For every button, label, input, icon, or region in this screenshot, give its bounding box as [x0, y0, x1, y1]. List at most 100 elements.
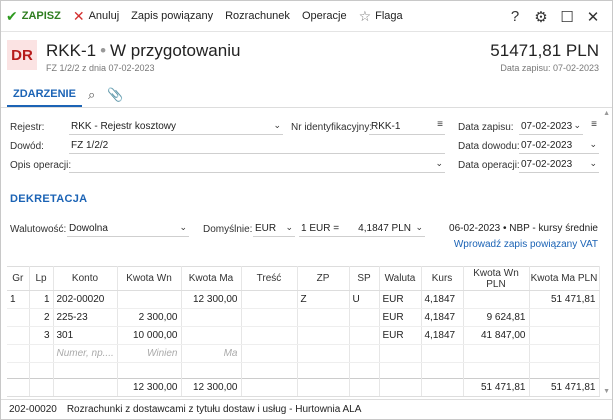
- cell-description[interactable]: [241, 326, 298, 345]
- scroll-up-icon[interactable]: ▲: [603, 110, 610, 117]
- maximize-icon[interactable]: ☐: [554, 8, 580, 26]
- column-header[interactable]: Kurs: [421, 266, 464, 291]
- cell-debit[interactable]: [117, 290, 182, 309]
- cell-empty[interactable]: [241, 344, 298, 363]
- settlement-button[interactable]: Rozrachunek: [225, 10, 290, 22]
- table-row[interactable]: 2 225-23 2 300,00 EUR 4,1847 9 624,81: [7, 308, 600, 327]
- cell-empty[interactable]: [421, 344, 464, 363]
- column-header[interactable]: Kwota Wn PLN: [463, 266, 530, 291]
- cell-empty[interactable]: [529, 344, 600, 363]
- cell-group-empty[interactable]: [7, 344, 30, 363]
- save-button[interactable]: ✔ ZAPISZ: [6, 9, 61, 23]
- menu-icon: ≡: [591, 119, 597, 130]
- gear-icon[interactable]: ⚙: [528, 8, 554, 26]
- cell-lp-empty[interactable]: [29, 344, 54, 363]
- table-row[interactable]: 3 301 10 000,00 EUR 4,1847 41 847,00: [7, 326, 600, 345]
- exchange-rate-select[interactable]: 1 EUR = 4,1847 PLN ⌄: [299, 220, 425, 237]
- cell-debit[interactable]: 10 000,00: [117, 326, 182, 345]
- column-header[interactable]: Kwota Ma PLN: [529, 266, 600, 291]
- cell-sp[interactable]: U: [349, 290, 380, 309]
- cell-currency[interactable]: EUR: [379, 290, 422, 309]
- cell-zp[interactable]: [297, 326, 350, 345]
- proof-date-field[interactable]: 07-02-2023 ⌄: [519, 137, 599, 154]
- table-row[interactable]: 1 1 202-00020 12 300,00 Z U EUR 4,1847 5…: [7, 290, 600, 309]
- new-entry-row[interactable]: Numer, np.... Winien Ma: [7, 344, 600, 363]
- column-header[interactable]: Gr: [7, 266, 30, 291]
- tab-event[interactable]: ZDARZENIE: [7, 83, 82, 107]
- cell-credit-pln[interactable]: [529, 308, 600, 327]
- total-empty: [53, 378, 118, 397]
- cell-account[interactable]: 301: [53, 326, 118, 345]
- operation-date-field[interactable]: 07-02-2023 ⌄: [519, 156, 599, 173]
- cell-zp[interactable]: [297, 308, 350, 327]
- cell-empty[interactable]: [463, 344, 530, 363]
- add-vat-entry-link[interactable]: Wprowadź zapis powiązany VAT: [454, 239, 598, 250]
- column-header[interactable]: Waluta: [379, 266, 422, 291]
- cell-debit-pln[interactable]: 9 624,81: [463, 308, 530, 327]
- account-input[interactable]: Numer, np....: [53, 344, 118, 363]
- column-header[interactable]: Treść: [241, 266, 298, 291]
- cell-zp[interactable]: Z: [297, 290, 350, 309]
- record-date-menu[interactable]: ≡: [585, 118, 599, 135]
- cell-debit-pln[interactable]: 41 847,00: [463, 326, 530, 345]
- scroll-down-icon[interactable]: ▼: [603, 388, 610, 395]
- debit-input[interactable]: Winien: [117, 344, 182, 363]
- column-header[interactable]: ZP: [297, 266, 350, 291]
- related-entry-button[interactable]: Zapis powiązany: [131, 10, 213, 22]
- currency-mode-select[interactable]: Dowolna ⌄: [67, 220, 189, 237]
- default-currency-select[interactable]: EUR ⌄: [253, 220, 295, 237]
- cell-account[interactable]: 225-23: [53, 308, 118, 327]
- cell-currency[interactable]: EUR: [379, 308, 422, 327]
- column-header[interactable]: SP: [349, 266, 380, 291]
- cell-debit[interactable]: 2 300,00: [117, 308, 182, 327]
- cell-group[interactable]: [7, 326, 30, 345]
- column-header[interactable]: Kwota Wn: [117, 266, 182, 291]
- description-select[interactable]: ⌄: [69, 156, 445, 173]
- cell-empty[interactable]: [349, 344, 380, 363]
- cell-lp[interactable]: 2: [29, 308, 54, 327]
- column-header[interactable]: Lp: [29, 266, 54, 291]
- cell-empty[interactable]: [297, 344, 350, 363]
- register-select[interactable]: RKK - Rejestr kosztowy ⌄: [69, 118, 283, 135]
- cell-empty[interactable]: [379, 344, 422, 363]
- help-button[interactable]: ?: [502, 8, 528, 25]
- total-credit: 12 300,00: [181, 378, 242, 397]
- cell-credit[interactable]: [181, 308, 242, 327]
- id-field[interactable]: RKK-1 ≡: [369, 118, 445, 135]
- cancel-button[interactable]: ✕ Anuluj: [73, 9, 119, 23]
- operations-button[interactable]: Operacje: [302, 10, 347, 22]
- cell-rate[interactable]: 4,1847: [421, 326, 464, 345]
- tab-attachments[interactable]: 📎: [101, 83, 129, 107]
- cell-lp[interactable]: 3: [29, 326, 54, 345]
- cell-group[interactable]: [7, 308, 30, 327]
- total-empty: [349, 378, 380, 397]
- cell-rate[interactable]: 4,1847: [421, 308, 464, 327]
- flag-button[interactable]: ☆ Flaga: [359, 9, 403, 23]
- cell-description[interactable]: [241, 308, 298, 327]
- cell-group[interactable]: 1: [7, 290, 30, 309]
- cell-debit-pln[interactable]: [463, 290, 530, 309]
- cell-lp[interactable]: 1: [29, 290, 54, 309]
- paperclip-icon: 📎: [107, 87, 124, 102]
- cell-account[interactable]: 202-00020: [53, 290, 118, 309]
- cell-sp[interactable]: [349, 308, 380, 327]
- column-header[interactable]: Konto: [53, 266, 118, 291]
- cell-credit[interactable]: [181, 326, 242, 345]
- close-window-icon[interactable]: ✕: [580, 8, 606, 26]
- cell-rate[interactable]: 4,1847: [421, 290, 464, 309]
- credit-input[interactable]: Ma: [181, 344, 242, 363]
- window-controls: ? ⚙ ☐ ✕: [502, 1, 606, 32]
- record-date-field[interactable]: 07-02-2023 ⌄: [519, 118, 583, 135]
- cell-sp[interactable]: [349, 326, 380, 345]
- proof-field[interactable]: FZ 1/2/2: [69, 137, 445, 154]
- cell-credit[interactable]: 12 300,00: [181, 290, 242, 309]
- cell-currency[interactable]: EUR: [379, 326, 422, 345]
- column-header[interactable]: Kwota Ma: [181, 266, 242, 291]
- cell-description[interactable]: [241, 290, 298, 309]
- cell-credit-pln[interactable]: [529, 326, 600, 345]
- tab-history[interactable]: ⌕: [82, 83, 101, 107]
- menu-icon[interactable]: ≡: [437, 119, 443, 130]
- vertical-scrollbar[interactable]: [601, 109, 611, 399]
- cell-credit-pln[interactable]: 51 471,81: [529, 290, 600, 309]
- id-value: RKK-1: [371, 120, 401, 132]
